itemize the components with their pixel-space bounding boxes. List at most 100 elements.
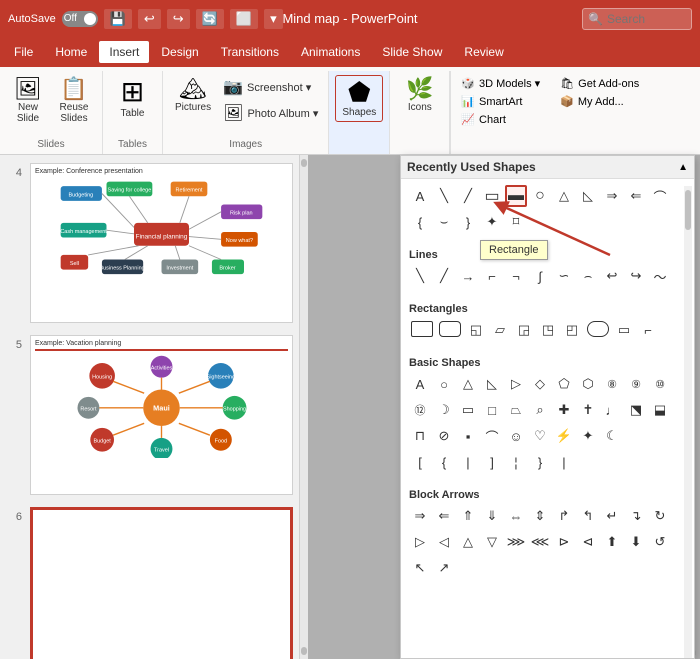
ba-d2[interactable]: ▽ [481, 531, 503, 553]
reuse-slides-button[interactable]: 📋 ReuseSlides [52, 75, 96, 127]
new-slide-button[interactable]: 🖼 NewSlide [6, 75, 50, 127]
shape-triangle[interactable]: △ [553, 185, 575, 207]
shape-line-2[interactable]: ╱ [457, 185, 479, 207]
basic-rtri[interactable]: ◺ [481, 373, 503, 395]
basic-bracket-r[interactable]: ] [481, 451, 503, 473]
ba-left[interactable]: ⇐ [433, 505, 455, 527]
refresh-button[interactable]: 🔄 [196, 9, 224, 29]
shape-star[interactable]: ✦ [481, 211, 503, 233]
slide-item-6[interactable]: 6 [6, 507, 293, 659]
shapes-scrollbar[interactable] [684, 186, 692, 658]
ba-circ[interactable]: ↺ [649, 531, 671, 553]
shapes-button[interactable]: ⬟ Shapes [335, 75, 383, 122]
slide-item-4[interactable]: 4 Example: Conference presentation Finan… [6, 163, 293, 323]
rect-rounded[interactable] [439, 321, 461, 337]
shape-text-a[interactable]: A [409, 185, 431, 207]
save-button[interactable]: 💾 [104, 9, 132, 29]
ba-turn-2[interactable]: ↴ [625, 505, 647, 527]
ba-down[interactable]: ⇓ [481, 505, 503, 527]
line-fwd[interactable]: ↪ [625, 265, 647, 287]
pictures-button[interactable]: 🏔 Pictures [169, 75, 217, 116]
icons-button[interactable]: 🌿 Icons [398, 75, 442, 116]
basic-cross[interactable]: ✝ [577, 399, 599, 421]
line-straight[interactable]: ╲ [409, 265, 431, 287]
slide-thumb-5[interactable]: Example: Vacation planning Maui Housing [30, 335, 293, 495]
rect-folded[interactable]: ⌐ [637, 319, 659, 341]
table-button[interactable]: ⊞ Table [111, 75, 155, 122]
autosave-toggle[interactable]: Off [62, 11, 98, 27]
redo-button[interactable]: ↪ [167, 9, 190, 29]
get-addons-button[interactable]: 🛍 Get Add-ons [556, 75, 643, 92]
menu-design[interactable]: Design [151, 41, 208, 63]
basic-pentagon[interactable]: ⬠ [553, 373, 575, 395]
basic-sun[interactable]: ✦ [577, 425, 599, 447]
menu-insert[interactable]: Insert [99, 41, 149, 63]
ba-ur[interactable]: ↗ [433, 557, 455, 579]
undo-button[interactable]: ↩ [138, 9, 161, 29]
rect-rounded-2[interactable] [587, 321, 609, 337]
shape-arc[interactable]: ⌣ [433, 211, 455, 233]
menu-transitions[interactable]: Transitions [211, 41, 289, 63]
menu-file[interactable]: File [4, 41, 43, 63]
basic-bevel[interactable]: ⬓ [649, 399, 671, 421]
shapes-scrollbar-thumb[interactable] [685, 190, 691, 230]
ba-up[interactable]: ⇑ [457, 505, 479, 527]
rect-snip-3[interactable]: ◳ [537, 319, 559, 341]
basic-circle-12[interactable]: ⑫ [409, 399, 431, 421]
menu-slideshow[interactable]: Slide Show [372, 41, 452, 63]
basic-circle-9[interactable]: ⑨ [625, 373, 647, 395]
shape-rect-2[interactable]: ▬ [505, 185, 527, 207]
basic-cube[interactable]: ▪ [457, 425, 479, 447]
ba-ud[interactable]: ⇕ [529, 505, 551, 527]
rect-basic[interactable] [411, 321, 433, 337]
basic-cylinder[interactable]: ⊓ [409, 425, 431, 447]
scrollbar-down[interactable] [301, 647, 307, 655]
basic-rect-s[interactable]: ▭ [457, 399, 479, 421]
slide-item-5[interactable]: 5 Example: Vacation planning Maui Housin… [6, 335, 293, 495]
ba-u2[interactable]: △ [457, 531, 479, 553]
line-squig[interactable]: ∽ [553, 265, 575, 287]
ba-dn2[interactable]: ⬇ [625, 531, 647, 553]
search-input[interactable] [582, 8, 692, 30]
line-curve[interactable]: ∫ [529, 265, 551, 287]
ba-ul[interactable]: ↖ [409, 557, 431, 579]
shape-misc-1[interactable]: ⌒ [649, 185, 671, 207]
line-elbow-2[interactable]: ¬ [505, 265, 527, 287]
basic-square-s[interactable]: □ [481, 399, 503, 421]
ba-bent-2[interactable]: ↰ [577, 505, 599, 527]
basic-rtri2[interactable]: ▷ [505, 373, 527, 395]
rect-snip-4[interactable]: ◰ [561, 319, 583, 341]
basic-heart[interactable]: ♡ [529, 425, 551, 447]
basic-moon[interactable]: ☾ [601, 425, 623, 447]
ba-str[interactable]: ⋙ [505, 531, 527, 553]
ba-r2[interactable]: ▷ [409, 531, 431, 553]
ba-loop[interactable]: ↻ [649, 505, 671, 527]
basic-c[interactable]: ☽ [433, 399, 455, 421]
line-wave[interactable]: 〜 [649, 265, 671, 287]
line-back[interactable]: ↩ [601, 265, 623, 287]
basic-curve2[interactable]: ⌒ [481, 425, 503, 447]
basic-brace-l[interactable]: { [433, 451, 455, 473]
basic-hex[interactable]: ⬡ [577, 373, 599, 395]
rect-parallelogram[interactable]: ▱ [489, 319, 511, 341]
my-addons-button[interactable]: 📦 My Add... [556, 93, 643, 110]
basic-note[interactable]: ♩ [601, 399, 623, 421]
ba-lr[interactable]: ⇔ [505, 505, 527, 527]
basic-bar2[interactable]: ¦ [505, 451, 527, 473]
search-wrapper[interactable]: 🔍 [582, 8, 692, 30]
chart-button[interactable]: 📈 Chart [457, 111, 544, 128]
basic-bar-l[interactable]: | [457, 451, 479, 473]
line-arc[interactable]: ⌢ [577, 265, 599, 287]
basic-bracket-l[interactable]: [ [409, 451, 431, 473]
basic-frame2[interactable]: ⬔ [625, 399, 647, 421]
shape-rtriangle[interactable]: ◺ [577, 185, 599, 207]
screenshot-button[interactable]: 📷 Screenshot ▾ [219, 75, 322, 99]
ba-l2[interactable]: ◁ [433, 531, 455, 553]
ba-right[interactable]: ⇒ [409, 505, 431, 527]
basic-diamond[interactable]: ◇ [529, 373, 551, 395]
more-button[interactable]: ⬜ [230, 9, 258, 29]
slides-panel[interactable]: 4 Example: Conference presentation Finan… [0, 155, 300, 659]
line-elbow[interactable]: ⌐ [481, 265, 503, 287]
menu-home[interactable]: Home [45, 41, 97, 63]
shape-brace-1[interactable]: { [409, 211, 431, 233]
